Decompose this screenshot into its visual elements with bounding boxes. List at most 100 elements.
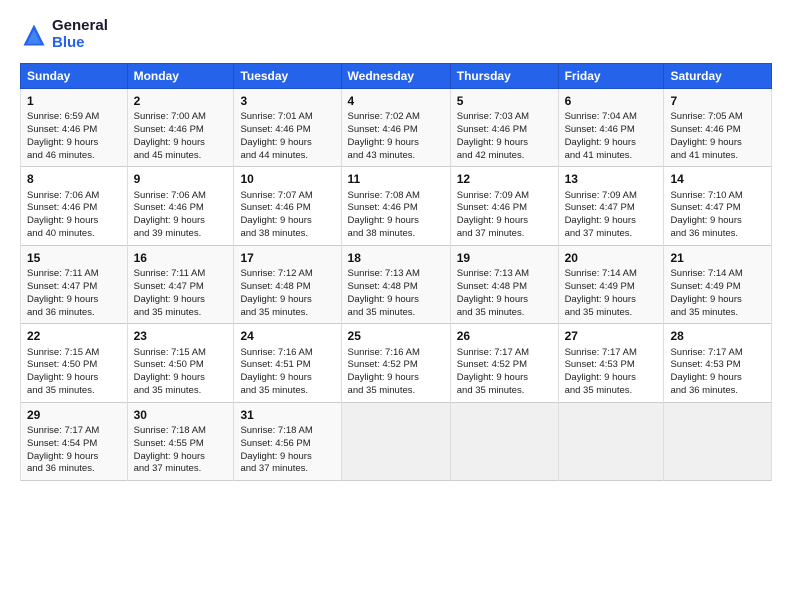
day-cell-6: 6Sunrise: 7:04 AMSunset: 4:46 PMDaylight… bbox=[558, 89, 664, 167]
day-info-line: and 35 minutes. bbox=[240, 307, 334, 320]
day-number: 1 bbox=[27, 93, 121, 109]
day-info-line: Sunset: 4:56 PM bbox=[240, 438, 334, 451]
week-row-5: 29Sunrise: 7:17 AMSunset: 4:54 PMDayligh… bbox=[21, 402, 772, 480]
day-info-line: Sunset: 4:48 PM bbox=[457, 281, 552, 294]
day-info-line: Sunrise: 7:12 AM bbox=[240, 268, 334, 281]
logo-icon bbox=[20, 21, 48, 49]
day-cell-27: 27Sunrise: 7:17 AMSunset: 4:53 PMDayligh… bbox=[558, 324, 664, 402]
day-info-line: and 40 minutes. bbox=[27, 228, 121, 241]
day-info-line: and 35 minutes. bbox=[348, 385, 444, 398]
day-cell-12: 12Sunrise: 7:09 AMSunset: 4:46 PMDayligh… bbox=[450, 167, 558, 245]
day-info-line: and 39 minutes. bbox=[134, 228, 228, 241]
empty-cell bbox=[558, 402, 664, 480]
day-info-line: Daylight: 9 hours bbox=[670, 372, 765, 385]
day-number: 23 bbox=[134, 328, 228, 344]
day-cell-3: 3Sunrise: 7:01 AMSunset: 4:46 PMDaylight… bbox=[234, 89, 341, 167]
week-row-2: 8 Sunrise: 7:06 AM Sunset: 4:46 PM Daylight… bbox=[21, 167, 772, 245]
day-info-line: Sunrise: 7:09 AM bbox=[565, 190, 658, 203]
day-info-line: and 41 minutes. bbox=[565, 150, 658, 163]
day-info-line: and 37 minutes. bbox=[457, 228, 552, 241]
day-info-line: Daylight: 9 hours bbox=[240, 215, 334, 228]
day-info-line: Daylight: 9 hours bbox=[670, 215, 765, 228]
day-info-line: Daylight: 9 hours bbox=[134, 137, 228, 150]
day-info-line: and 35 minutes. bbox=[348, 307, 444, 320]
day-info-line: and 35 minutes. bbox=[134, 385, 228, 398]
day-number: 10 bbox=[240, 171, 334, 187]
day-info-line: Sunset: 4:53 PM bbox=[565, 359, 658, 372]
day-cell-4: 4Sunrise: 7:02 AMSunset: 4:46 PMDaylight… bbox=[341, 89, 450, 167]
day-info-line: Daylight: 9 hours bbox=[565, 372, 658, 385]
calendar-table: SundayMondayTuesdayWednesdayThursdayFrid… bbox=[20, 63, 772, 481]
day-info-line: and 37 minutes. bbox=[134, 463, 228, 476]
day-info-line: Daylight: 9 hours bbox=[348, 294, 444, 307]
day-info-line: Sunrise: 7:09 AM bbox=[457, 190, 552, 203]
day-number: 8 bbox=[27, 171, 121, 187]
day-info-line: Sunset: 4:47 PM bbox=[27, 281, 121, 294]
day-info-line: and 38 minutes. bbox=[348, 228, 444, 241]
day-cell-28: 28Sunrise: 7:17 AMSunset: 4:53 PMDayligh… bbox=[664, 324, 772, 402]
day-info-line: and 36 minutes. bbox=[27, 463, 121, 476]
day-info-line: Sunrise: 7:18 AM bbox=[240, 425, 334, 438]
day-info-line: Sunrise: 7:04 AM bbox=[565, 111, 658, 124]
day-cell-15: 15Sunrise: 7:11 AMSunset: 4:47 PMDayligh… bbox=[21, 245, 128, 323]
day-info-line: Daylight: 9 hours bbox=[240, 372, 334, 385]
day-number: 18 bbox=[348, 250, 444, 266]
day-info-line: Sunrise: 7:17 AM bbox=[27, 425, 121, 438]
day-number: 21 bbox=[670, 250, 765, 266]
day-number: 6 bbox=[565, 93, 658, 109]
day-info-line: Sunrise: 7:07 AM bbox=[240, 190, 334, 203]
day-number: 27 bbox=[565, 328, 658, 344]
day-info-line: Daylight: 9 hours bbox=[565, 215, 658, 228]
day-number: 20 bbox=[565, 250, 658, 266]
day-info-line: Daylight: 9 hours bbox=[348, 215, 444, 228]
day-cell-31: 31Sunrise: 7:18 AMSunset: 4:56 PMDayligh… bbox=[234, 402, 341, 480]
day-cell-14: 14Sunrise: 7:10 AMSunset: 4:47 PMDayligh… bbox=[664, 167, 772, 245]
day-info-line: and 36 minutes. bbox=[670, 385, 765, 398]
day-info-line: and 46 minutes. bbox=[27, 150, 121, 163]
day-info-line: Sunset: 4:46 PM bbox=[457, 202, 552, 215]
day-cell-5: 5Sunrise: 7:03 AMSunset: 4:46 PMDaylight… bbox=[450, 89, 558, 167]
day-info-line: Sunrise: 7:06 AM bbox=[134, 190, 228, 203]
day-info-line: and 45 minutes. bbox=[134, 150, 228, 163]
day-info-line: Sunset: 4:46 PM bbox=[27, 124, 121, 137]
day-info-line: Sunrise: 7:14 AM bbox=[565, 268, 658, 281]
day-info-line: Daylight: 9 hours bbox=[348, 137, 444, 150]
day-info-line: Sunset: 4:47 PM bbox=[670, 202, 765, 215]
day-info-line: Sunset: 4:50 PM bbox=[27, 359, 121, 372]
day-info-line: Daylight: 9 hours bbox=[457, 137, 552, 150]
day-info-line: Sunrise: 7:13 AM bbox=[457, 268, 552, 281]
day-info-line: Sunset: 4:46 PM bbox=[27, 202, 121, 215]
day-info-line: Sunrise: 7:18 AM bbox=[134, 425, 228, 438]
day-info-line: Sunset: 4:51 PM bbox=[240, 359, 334, 372]
day-info-line: and 35 minutes. bbox=[457, 307, 552, 320]
day-info-line: Sunset: 4:46 PM bbox=[565, 124, 658, 137]
day-info-line: Daylight: 9 hours bbox=[565, 294, 658, 307]
day-info-line: Sunrise: 7:16 AM bbox=[240, 347, 334, 360]
day-info-line: Daylight: 9 hours bbox=[27, 451, 121, 464]
day-number: 16 bbox=[134, 250, 228, 266]
day-cell-2: 2Sunrise: 7:00 AMSunset: 4:46 PMDaylight… bbox=[127, 89, 234, 167]
day-info-line: Daylight: 9 hours bbox=[27, 294, 121, 307]
day-info-line: Daylight: 9 hours bbox=[240, 451, 334, 464]
day-number: 5 bbox=[457, 93, 552, 109]
day-info-line: and 36 minutes. bbox=[27, 307, 121, 320]
day-info-line: Sunset: 4:52 PM bbox=[348, 359, 444, 372]
day-info-line: Sunset: 4:46 PM bbox=[457, 124, 552, 137]
day-number: 22 bbox=[27, 328, 121, 344]
day-number: 3 bbox=[240, 93, 334, 109]
day-info-line: Sunrise: 7:05 AM bbox=[670, 111, 765, 124]
day-info-line: Sunset: 4:46 PM bbox=[134, 124, 228, 137]
day-info-line: Daylight: 9 hours bbox=[240, 137, 334, 150]
page-container: General Blue SundayMondayTuesdayWednesda… bbox=[0, 0, 792, 491]
day-info-line: Daylight: 9 hours bbox=[670, 137, 765, 150]
day-info-line: Sunset: 4:46 PM bbox=[348, 124, 444, 137]
day-number: 13 bbox=[565, 171, 658, 187]
day-cell-7: 7Sunrise: 7:05 AMSunset: 4:46 PMDaylight… bbox=[664, 89, 772, 167]
day-info-line: Sunset: 4:48 PM bbox=[348, 281, 444, 294]
day-info-line: Sunset: 4:53 PM bbox=[670, 359, 765, 372]
day-info-line: Sunrise: 7:15 AM bbox=[27, 347, 121, 360]
empty-cell bbox=[341, 402, 450, 480]
day-info-line: Daylight: 9 hours bbox=[240, 294, 334, 307]
logo-text: General Blue bbox=[52, 18, 108, 51]
day-cell-23: 23Sunrise: 7:15 AMSunset: 4:50 PMDayligh… bbox=[127, 324, 234, 402]
